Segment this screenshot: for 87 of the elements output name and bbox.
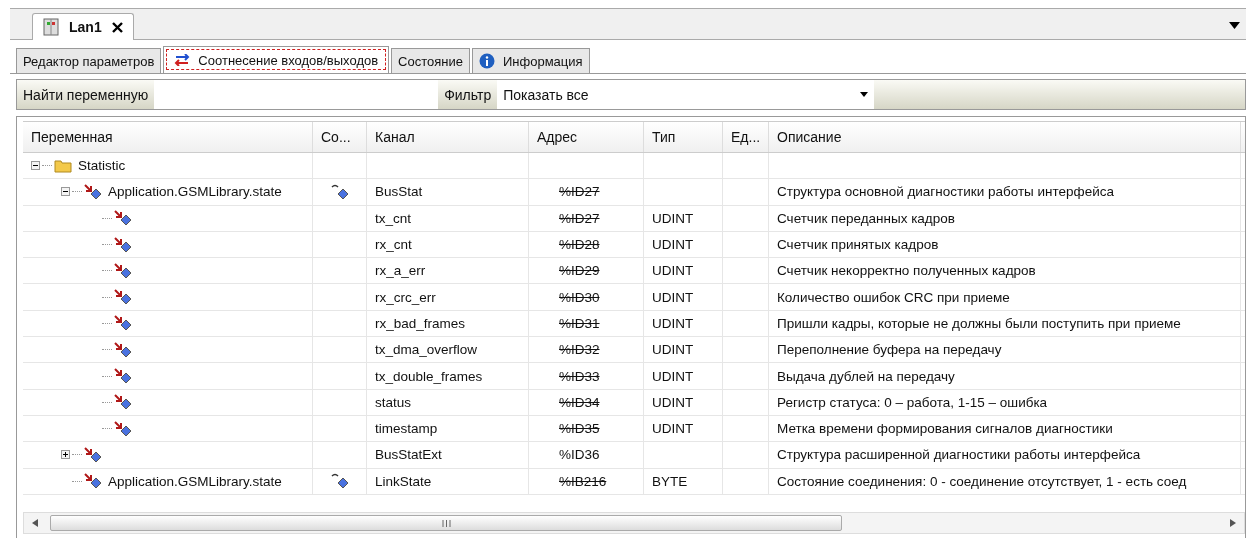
variable-name: Application.GSMLibrary.state: [108, 184, 282, 200]
address-text: %ID27: [559, 210, 600, 226]
type-text: UDINT: [652, 263, 694, 279]
address-text: %ID31: [559, 315, 600, 331]
variable-icon: [84, 183, 102, 200]
variable-name: Application.GSMLibrary.state: [108, 473, 282, 489]
channel-name: rx_cnt: [375, 237, 412, 253]
address-text: %ID28: [559, 237, 600, 253]
channel-name: tx_dma_overflow: [375, 342, 478, 358]
address-text: %ID34: [559, 394, 600, 410]
channel-name: LinkState: [375, 473, 432, 489]
document-tab-title: Lan1: [69, 19, 102, 35]
description-text: Счетчик некорректно полученных кадров: [777, 263, 1036, 279]
description-text: Переполнение буфера на передачу: [777, 342, 1002, 358]
channel-name: rx_a_err: [375, 263, 426, 279]
description-text: Структура расширенной диагностики работы интерфейса: [777, 447, 1141, 463]
description-text: Количество ошибок CRC при приеме: [777, 289, 1010, 305]
channel-name: BusStat: [375, 184, 423, 200]
channel-name: BusStatExt: [375, 447, 442, 463]
column-header[interactable]: Со...: [313, 122, 367, 152]
column-header[interactable]: Переменная: [23, 122, 313, 152]
mapped-variable-icon: [330, 473, 349, 490]
scroll-left-icon[interactable]: [32, 519, 38, 527]
close-icon[interactable]: [111, 21, 123, 33]
address-text: %ID30: [559, 289, 600, 305]
variable-name: Statistic: [78, 158, 126, 174]
editor-tab[interactable]: Соотнесение входов/выходов: [163, 46, 390, 73]
variable-icon: [114, 394, 132, 411]
address-text: %ID35: [559, 421, 600, 437]
variable-icon: [114, 315, 132, 332]
description-text: Метка времени формирования сигналов диагностики: [777, 421, 1113, 437]
channel-name: status: [375, 394, 412, 410]
variable-icon: [114, 262, 132, 279]
info-icon: [479, 53, 495, 69]
variable-icon: [84, 446, 102, 463]
tree-toggle[interactable]: [61, 187, 70, 197]
channel-name: tx_double_frames: [375, 368, 483, 384]
type-text: BYTE: [652, 473, 688, 489]
type-text: UDINT: [652, 289, 694, 305]
channel-name: rx_bad_frames: [375, 315, 466, 331]
variable-icon: [114, 289, 132, 306]
column-header[interactable]: Описание: [769, 122, 1241, 152]
variable-icon: [114, 236, 132, 253]
editor-tab[interactable]: Состояние: [391, 48, 470, 73]
variable-icon: [84, 473, 102, 490]
variable-icon: [114, 210, 132, 227]
type-text: UDINT: [652, 368, 694, 384]
scroll-right-icon[interactable]: [1230, 519, 1236, 527]
address-text: %ID29: [559, 263, 600, 279]
tree-toggle[interactable]: [31, 161, 40, 171]
column-header[interactable]: Ед...: [723, 122, 769, 152]
variable-icon: [114, 420, 132, 437]
description-text: Состояние соединения: 0 - соединение отсутствует, 1 - есть соед: [777, 473, 1187, 489]
type-text: UDINT: [652, 315, 694, 331]
variable-icon: [114, 368, 132, 384]
channel-name: rx_crc_err: [375, 289, 436, 305]
tree-toggle[interactable]: [61, 450, 70, 460]
description-text: Регистр статуса: 0 – работа, 1-15 – ошибка: [777, 394, 1048, 410]
description-text: Пришли кадры, которые не должны были поступить при приеме: [777, 315, 1181, 331]
caret-icon[interactable]: [1229, 22, 1240, 29]
type-text: UDINT: [652, 210, 694, 226]
device-icon: [43, 18, 59, 36]
swap-arrows-icon: [174, 54, 191, 66]
address-text: %ID33: [559, 368, 600, 384]
type-text: UDINT: [652, 237, 694, 253]
column-header[interactable]: Тип: [644, 122, 723, 152]
document-tab[interactable]: Lan1: [32, 13, 134, 40]
description-text: Структура основной диагностики работы интерфейса: [777, 184, 1114, 200]
type-text: UDINT: [652, 421, 694, 437]
type-text: UDINT: [652, 394, 694, 410]
address-text: %ID36: [559, 447, 600, 463]
channel-name: timestamp: [375, 421, 438, 437]
description-text: Выдача дублей на передачу: [777, 368, 955, 384]
description-text: Счетчик переданных кадров: [777, 210, 955, 226]
mapped-variable-icon: [330, 183, 349, 200]
variable-icon: [114, 341, 132, 358]
channel-name: tx_cnt: [375, 210, 412, 226]
address-text: %IB216: [559, 473, 607, 489]
description-text: Счетчик принятых кадров: [777, 237, 939, 253]
column-header[interactable]: Канал: [367, 122, 529, 152]
type-text: UDINT: [652, 342, 694, 358]
column-header[interactable]: Адрес: [529, 122, 644, 152]
editor-tab[interactable]: Редактор параметров: [16, 48, 162, 73]
editor-tab[interactable]: Информация: [472, 48, 590, 73]
folder-icon: [54, 158, 72, 173]
address-text: %ID32: [559, 342, 600, 358]
address-text: %ID27: [559, 184, 600, 200]
